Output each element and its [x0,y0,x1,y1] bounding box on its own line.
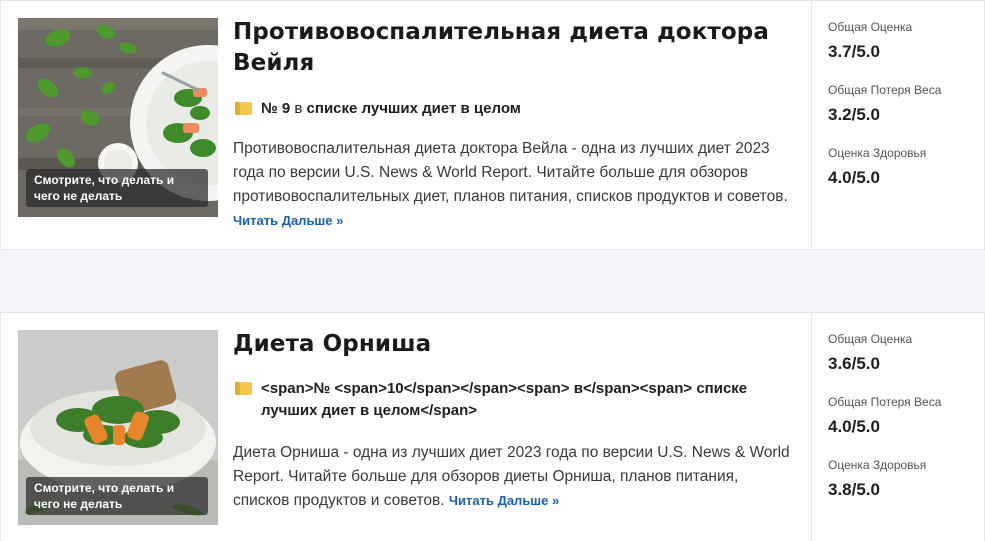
diet-card-main: Смотрите, что делать и чего не делать Ди… [1,313,812,541]
diet-title[interactable]: Диета Орниша [233,329,793,360]
rank-raw-text: <span>№ <span>10</span></span><span> в</… [261,380,748,419]
health-score-label: Оценка Здоровья [828,146,927,160]
diet-rank: <span>№ <span>10</span></span><span> в</… [235,378,795,422]
rank-number: № 9 [261,100,291,117]
ranking-badge-icon [235,102,252,115]
diet-image[interactable]: Смотрите, что делать и чего не делать [18,18,218,217]
scores-panel: Общая Оценка 3.7/5.0 Общая Потеря Веса 3… [812,1,984,249]
weight-loss-score-label: Общая Потеря Веса [828,83,942,97]
description-text: Противовоспалительная диета доктора Вейл… [233,140,788,205]
diet-description: Противовоспалительная диета доктора Вейл… [233,137,793,233]
health-score-value: 3.8/5.0 [828,480,880,499]
ranking-badge-icon [235,382,252,395]
diet-card: Смотрите, что делать и чего не делать Пр… [0,0,985,250]
diet-rank: № 9 в списке лучших диет в целом [235,98,795,120]
diet-title[interactable]: Противовоспалительная диета доктора Вейл… [233,17,793,79]
health-score-label: Оценка Здоровья [828,458,927,472]
rank-list-link[interactable]: списке лучших диет в целом [307,100,521,117]
image-caption[interactable]: Смотрите, что делать и чего не делать [26,169,208,207]
diet-card: Смотрите, что делать и чего не делать Ди… [0,312,985,541]
weight-loss-score-value: 4.0/5.0 [828,417,880,436]
overall-score-label: Общая Оценка [828,332,913,346]
scores-panel: Общая Оценка 3.6/5.0 Общая Потеря Веса 4… [812,313,984,541]
rank-in: в [294,100,303,117]
diet-image[interactable]: Смотрите, что делать и чего не делать [18,330,218,525]
image-caption[interactable]: Смотрите, что делать и чего не делать [26,477,208,515]
read-more-link[interactable]: Читать Дальше » [233,213,343,228]
overall-score-value: 3.7/5.0 [828,42,880,61]
weight-loss-score-value: 3.2/5.0 [828,105,880,124]
diet-card-main: Смотрите, что делать и чего не делать Пр… [1,1,812,249]
overall-score-value: 3.6/5.0 [828,354,880,373]
overall-score-label: Общая Оценка [828,20,913,34]
diet-description: Диета Орниша - одна из лучших диет 2023 … [233,441,793,513]
weight-loss-score-label: Общая Потеря Веса [828,395,942,409]
health-score-value: 4.0/5.0 [828,168,880,187]
read-more-link[interactable]: Читать Дальше » [449,493,559,508]
